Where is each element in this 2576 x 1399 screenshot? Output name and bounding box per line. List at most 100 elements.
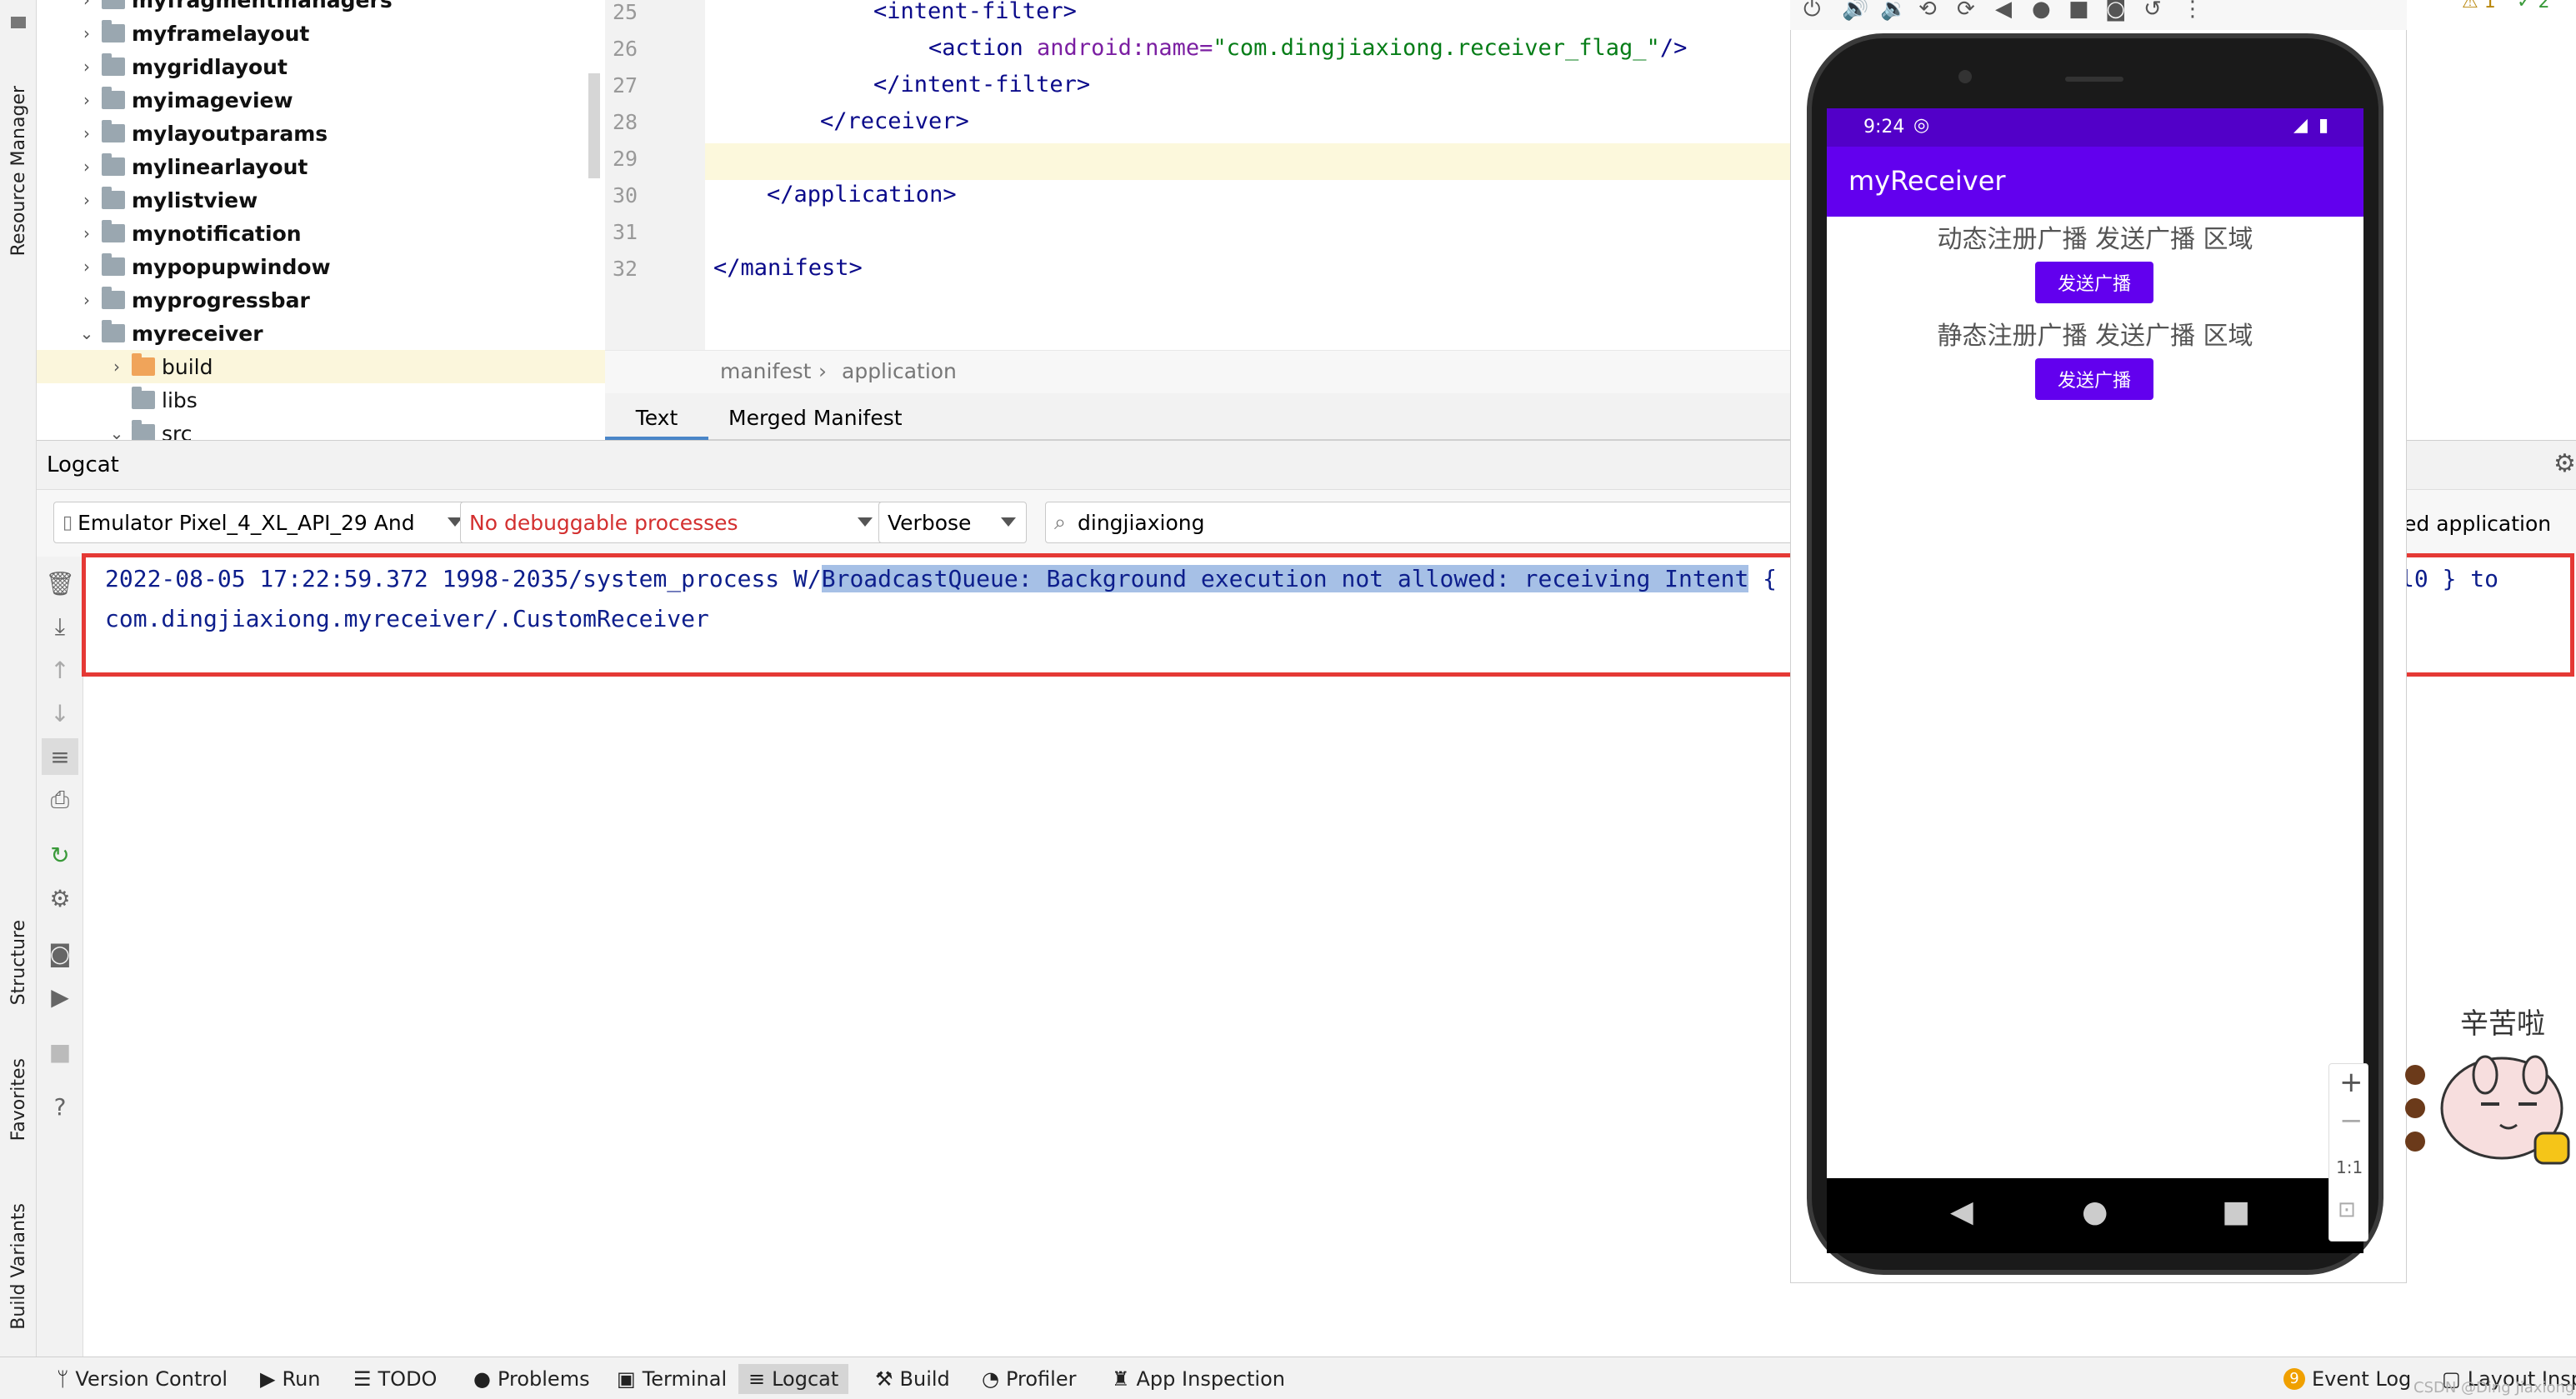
camera-icon[interactable]: ◙ <box>42 935 78 972</box>
print-icon[interactable]: ⎙ <box>42 782 78 818</box>
soft-wrap-icon[interactable]: ≡ <box>42 738 78 775</box>
tree-item-myprogressbar[interactable]: › myprogressbar <box>37 283 605 317</box>
tab-merged-manifest[interactable]: Merged Manifest <box>728 402 903 440</box>
scroll-to-end-icon[interactable]: ⤓ <box>42 608 78 645</box>
logcat-label: Logcat <box>772 1367 839 1391</box>
tree-item-mygridlayout[interactable]: › mygridlayout <box>37 50 605 83</box>
tree-item-label: mylayoutparams <box>132 121 328 146</box>
tree-item-myreceiver[interactable]: ⌄ myreceiver <box>37 317 605 350</box>
chevron-right-icon[interactable]: › <box>78 290 95 310</box>
warning-badge[interactable]: ⚠ 1 <box>2462 0 2496 12</box>
tree-item-label: mypopupwindow <box>132 254 331 279</box>
volume-down-icon[interactable]: 🔉 <box>1880 0 1907 22</box>
chevron-right-icon[interactable]: › <box>78 223 95 243</box>
tree-item-myfragmentmanagers[interactable]: › myfragmentmanagers <box>37 0 605 17</box>
chevron-right-icon[interactable]: › <box>108 357 125 377</box>
folder-icon <box>132 387 155 409</box>
fit-screen-icon[interactable]: ⊡ <box>2338 1197 2356 1222</box>
event-log-button[interactable]: 9 Event Log <box>2283 1364 2411 1394</box>
static-send-broadcast-button[interactable]: 发送广播 <box>2035 358 2153 400</box>
stop-icon[interactable]: ■ <box>42 1033 78 1070</box>
zoom-out-icon[interactable]: − <box>2339 1104 2363 1137</box>
nav-recents-icon[interactable]: ■ <box>2222 1195 2250 1229</box>
back-icon[interactable]: ◀ <box>1995 0 2012 22</box>
problems-button[interactable]: ● Problems <box>473 1364 590 1394</box>
tab-text[interactable]: Text <box>605 402 708 440</box>
todo-button[interactable]: ☰ TODO <box>353 1364 437 1394</box>
tree-item-myimageview[interactable]: › myimageview <box>37 83 605 117</box>
gear-icon[interactable]: ⚙ <box>42 880 78 917</box>
tree-item-mynotification[interactable]: › mynotification <box>37 217 605 250</box>
chevron-down-icon[interactable]: ⌄ <box>108 423 125 442</box>
chevron-right-icon[interactable]: › <box>78 257 95 277</box>
tree-item-src[interactable]: ⌄ src <box>37 417 605 442</box>
tree-item-mypopupwindow[interactable]: › mypopupwindow <box>37 250 605 283</box>
filter-configuration-label[interactable]: ed application <box>2403 512 2551 536</box>
chevron-right-icon[interactable]: › <box>78 23 95 43</box>
tree-item-mylinearlayout[interactable]: › mylinearlayout <box>37 150 605 183</box>
zoom-controls: + − 1:1 ⊡ <box>2328 1063 2368 1242</box>
chevron-right-icon[interactable]: › <box>78 157 95 177</box>
resource-manager-tab[interactable]: Resource Manager <box>0 67 37 275</box>
chevron-down-icon[interactable]: ⌄ <box>78 323 95 343</box>
profiler-button[interactable]: ◔ Profiler <box>982 1364 1076 1394</box>
app-bar: myReceiver <box>1827 147 2363 217</box>
log-level-dropdown[interactable]: Verbose <box>878 502 1027 543</box>
dynamic-send-broadcast-button[interactable]: 发送广播 <box>2035 262 2153 303</box>
screenshot-icon[interactable]: ◙ <box>2105 0 2126 22</box>
more-icon[interactable]: ⋮ <box>2182 0 2203 22</box>
chevron-right-icon[interactable]: › <box>78 57 95 77</box>
snapshot-icon[interactable]: ↺ <box>2143 0 2162 22</box>
bottom-tool-bar: ᛘ Version Control ▶ Run ☰ TODO ● Problems ▣ T… <box>0 1357 2576 1399</box>
tree-item-myframelayout[interactable]: › myframelayout <box>37 17 605 50</box>
zoom-in-icon[interactable]: + <box>2339 1066 2363 1099</box>
breadcrumb-manifest[interactable]: manifest <box>720 359 811 383</box>
run-button[interactable]: ▶ Run <box>260 1364 321 1394</box>
build-variants-tab[interactable]: Build Variants <box>0 1183 37 1350</box>
logcat-button[interactable]: ≡ Logcat <box>738 1364 849 1394</box>
terminal-button[interactable]: ▣ Terminal <box>617 1364 727 1394</box>
nav-back-icon[interactable]: ◀ <box>1950 1195 1973 1229</box>
nav-home-icon[interactable]: ● <box>2082 1195 2108 1229</box>
chevron-right-icon[interactable]: › <box>78 123 95 143</box>
ok-badge[interactable]: ✓ 2 <box>2517 0 2549 12</box>
arrow-down-icon[interactable]: ↓ <box>42 695 78 732</box>
process-dropdown[interactable]: No debuggable processes <box>460 502 883 543</box>
line-number: 25 <box>613 0 638 24</box>
version-control-button[interactable]: ᛘ Version Control <box>57 1364 228 1394</box>
todo-label: TODO <box>378 1367 438 1391</box>
overview-icon[interactable]: ■ <box>2068 0 2089 22</box>
video-icon[interactable]: ▶ <box>42 978 78 1015</box>
favorites-tab[interactable]: Favorites <box>0 1042 37 1158</box>
home-icon[interactable]: ● <box>2032 0 2051 22</box>
line-number: 28 <box>613 110 638 134</box>
volume-up-icon[interactable]: 🔊 <box>1842 0 1868 22</box>
structure-tab[interactable]: Structure <box>0 900 37 1025</box>
tree-item-mylistview[interactable]: › mylistview <box>37 183 605 217</box>
tree-item-mylayoutparams[interactable]: › mylayoutparams <box>37 117 605 150</box>
gear-icon[interactable]: ⚙ <box>2553 449 2576 478</box>
build-button[interactable]: ⚒ Build <box>875 1364 950 1394</box>
chevron-right-icon[interactable]: › <box>78 90 95 110</box>
trash-icon[interactable]: 🗑 <box>42 565 78 602</box>
rotate-right-icon[interactable]: ⟳ <box>1957 0 1975 22</box>
zoom-ratio[interactable]: 1:1 <box>2336 1157 2363 1177</box>
rotate-left-icon[interactable]: ⟲ <box>1918 0 1937 22</box>
tree-scrollbar[interactable] <box>588 73 600 178</box>
help-icon[interactable]: ? <box>42 1088 78 1125</box>
device-dropdown[interactable]: ▯ Emulator Pixel_4_XL_API_29 And <box>53 502 473 543</box>
chevron-right-icon[interactable]: › <box>78 0 95 10</box>
app-inspection-button[interactable]: ♜ App Inspection <box>1112 1364 1285 1394</box>
breadcrumb-application[interactable]: application <box>842 359 957 383</box>
project-tab[interactable] <box>0 0 37 33</box>
line-number: 31 <box>613 220 638 244</box>
restart-icon[interactable]: ↻ <box>42 837 78 873</box>
logcat-search-input[interactable]: ⌕ dingjiaxiong <box>1045 502 1795 543</box>
cartoon-sticker: 辛苦啦 <box>2405 1007 2570 1165</box>
chevron-right-icon[interactable]: › <box>78 190 95 210</box>
tree-item-build[interactable]: › build <box>37 350 605 383</box>
event-log-label: Event Log <box>2312 1367 2412 1391</box>
arrow-up-icon[interactable]: ↑ <box>42 652 78 688</box>
tree-item-libs[interactable]: libs <box>37 383 605 417</box>
power-icon[interactable]: ⏻ <box>1803 0 1821 22</box>
